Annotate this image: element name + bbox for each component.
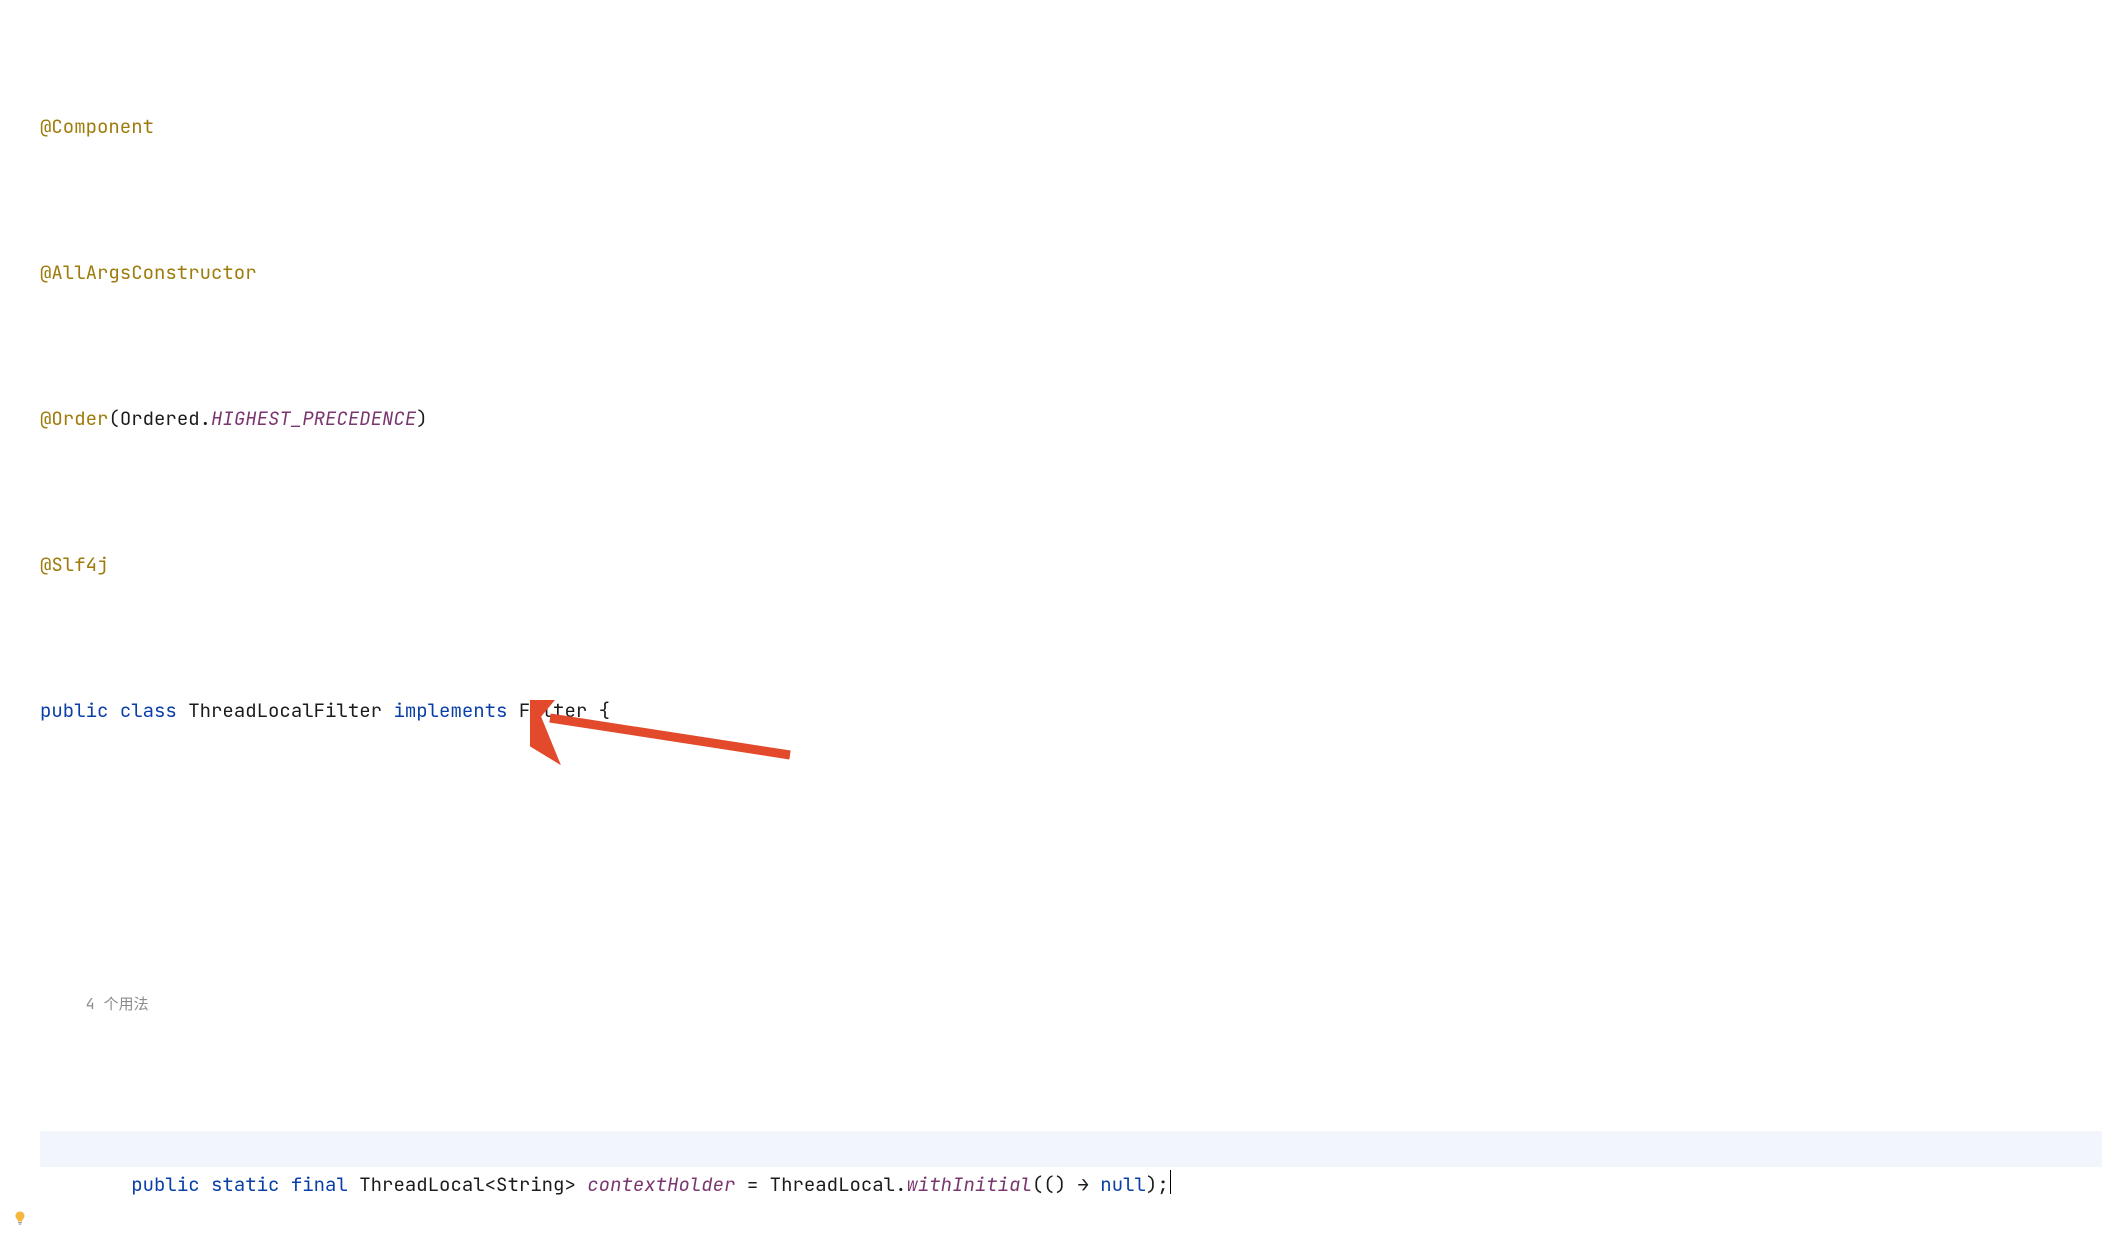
annotation-slf4j: @Slf4j — [40, 552, 108, 577]
keyword-static: static — [211, 1172, 279, 1197]
code-line: @AllArgsConstructor — [40, 255, 2102, 292]
code-line: @Slf4j — [40, 547, 2102, 584]
constant-highest-precedence: HIGHEST_PRECEDENCE — [211, 406, 416, 431]
code-line: @Component — [40, 109, 2102, 146]
code-line-highlighted: public static final ThreadLocal<String> … — [40, 1131, 2102, 1168]
keyword-class: class — [120, 698, 177, 723]
lambda-arrow: → — [1078, 1172, 1089, 1197]
annotation-allargs: @AllArgsConstructor — [40, 260, 257, 285]
code-line: @Order(Ordered.HIGHEST_PRECEDENCE) — [40, 401, 2102, 438]
keyword-public: public — [131, 1172, 199, 1197]
text-caret — [1170, 1170, 1171, 1194]
qualifier: Ordered. — [120, 406, 211, 431]
intention-bulb-icon[interactable] — [12, 1137, 28, 1153]
paren: ) — [416, 406, 427, 431]
code-line: public class ThreadLocalFilter implement… — [40, 693, 2102, 730]
code-line-blank — [40, 839, 2102, 876]
class-name: ThreadLocalFilter — [177, 698, 394, 723]
usages-hint-line[interactable]: 4 个用法 — [40, 985, 2102, 1022]
code-editor[interactable]: @Component @AllArgsConstructor @Order(Or… — [0, 0, 2102, 1252]
method-withinitial: withInitial — [906, 1172, 1031, 1197]
keyword-public: public — [40, 698, 108, 723]
keyword-null: null — [1089, 1172, 1146, 1197]
paren: ( — [108, 406, 119, 431]
annotation-order: @Order — [40, 406, 108, 431]
keyword-implements: implements — [393, 698, 507, 723]
usages-hint[interactable]: 4 个用法 — [86, 994, 149, 1014]
annotation-component: @Component — [40, 114, 154, 139]
keyword-final: final — [291, 1172, 348, 1197]
field-contextholder: contextHolder — [587, 1172, 735, 1197]
implements-tail: Filter { — [507, 698, 610, 723]
field-type: ThreadLocal<String> — [348, 1172, 587, 1197]
